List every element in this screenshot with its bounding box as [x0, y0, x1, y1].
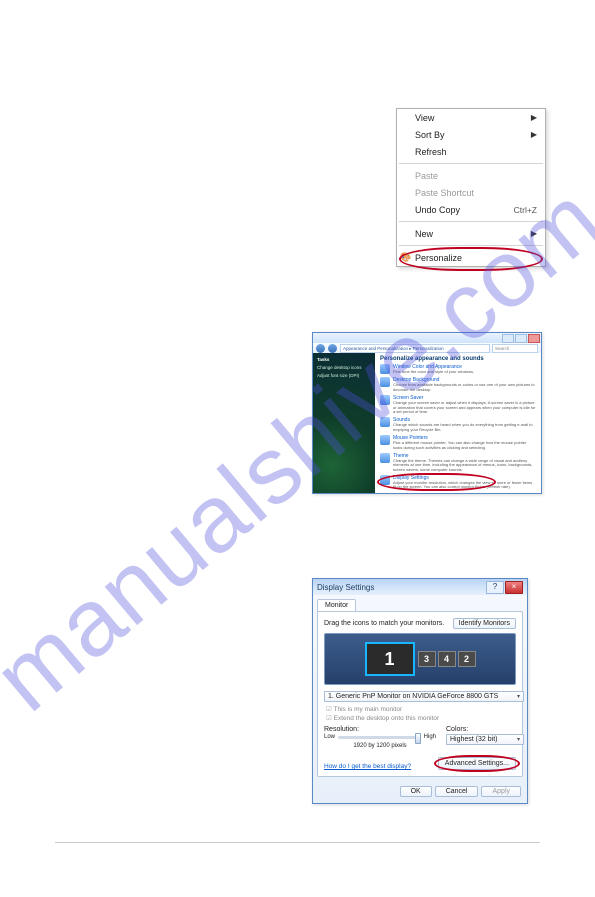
personalize-entry[interactable]: Display SettingsAdjust your monitor reso… [380, 475, 536, 490]
monitor-panel: Drag the icons to match your monitors. I… [317, 611, 523, 777]
shortcut-label: Ctrl+Z [514, 205, 537, 215]
display-settings-dialog: Display Settings ? × Monitor Drag the ic… [312, 578, 528, 804]
entry-icon [380, 453, 390, 463]
entry-description: Change the theme. Themes can change a wi… [393, 459, 536, 472]
maximize-button[interactable] [515, 334, 527, 343]
context-menu-item[interactable]: 🎨Personalize [397, 249, 545, 266]
pane-heading: Personalize appearance and sounds [380, 356, 536, 362]
resolution-label: Resolution: [324, 726, 436, 733]
personalize-entry[interactable]: Screen SaverChange your screen saver or … [380, 395, 536, 414]
colors-value: Highest (32 bit) [450, 736, 497, 743]
slider-high-label: High [424, 734, 436, 740]
entry-icon [380, 364, 390, 374]
monitor-2-icon[interactable]: 2 [458, 651, 476, 667]
context-menu-item[interactable]: Sort By▶ [397, 126, 545, 143]
submenu-arrow-icon: ▶ [531, 113, 537, 122]
entry-icon [380, 377, 390, 387]
entry-description: Adjust your monitor resolution, which ch… [393, 481, 536, 490]
extend-desktop-checkbox: Extend the desktop onto this monitor [326, 714, 516, 722]
dialog-title: Display Settings [317, 583, 374, 592]
window-title-bar [313, 333, 541, 343]
personalize-entry[interactable]: ThemeChange the theme. Themes can change… [380, 453, 536, 472]
personalize-entry[interactable]: SoundsChange which sounds are heard when… [380, 417, 536, 432]
personalize-entry[interactable]: Window Color and AppearanceFine tune the… [380, 364, 536, 374]
sidebar-link[interactable]: Change desktop icons [317, 365, 371, 370]
close-button[interactable]: × [505, 581, 523, 594]
help-button[interactable]: ? [486, 581, 504, 594]
sidebar-link[interactable]: Adjust font size (DPI) [317, 373, 371, 378]
advanced-settings-label: Advanced Settings... [445, 760, 509, 767]
monitor-select-value: 1. Generic PnP Monitor on NVIDIA GeForce… [328, 693, 498, 700]
entry-description: Choose from available backgrounds or col… [393, 383, 536, 392]
entry-icon [380, 435, 390, 445]
page-footer-rule [55, 842, 540, 843]
personalize-entry[interactable]: Desktop BackgroundChoose from available … [380, 377, 536, 392]
context-menu-item: Paste [397, 167, 545, 184]
advanced-settings-button[interactable]: Advanced Settings... [438, 757, 516, 770]
menu-item-label: Paste [415, 171, 537, 181]
dialog-title-bar: Display Settings ? × [313, 579, 527, 595]
ok-button[interactable]: OK [400, 786, 432, 797]
tab-monitor[interactable]: Monitor [317, 599, 356, 611]
monitor-1-icon[interactable]: 1 [365, 642, 415, 676]
search-input[interactable]: Search [492, 344, 538, 353]
personalize-entry[interactable]: Mouse PointersPick a different mouse poi… [380, 435, 536, 450]
colors-dropdown[interactable]: Highest (32 bit) ▾ [446, 734, 524, 745]
context-menu-item[interactable]: View▶ [397, 109, 545, 126]
context-menu-item: Paste Shortcut [397, 184, 545, 201]
submenu-arrow-icon: ▶ [531, 130, 537, 139]
back-icon[interactable] [316, 344, 325, 353]
menu-item-label: New [415, 229, 531, 239]
tasks-sidebar: Tasks Change desktop icons Adjust font s… [313, 353, 375, 493]
minimize-button[interactable] [502, 334, 514, 343]
menu-item-label: View [415, 113, 531, 123]
personalize-icon: 🎨 [400, 252, 412, 263]
resolution-slider[interactable]: Low High [324, 734, 436, 740]
resolution-value: 1920 by 1200 pixels [324, 743, 436, 749]
menu-item-label: Undo Copy [415, 205, 514, 215]
personalization-window: Appearance and Personalization ▸ Persona… [312, 332, 542, 494]
entry-description: Fine tune the color and style of your wi… [393, 370, 474, 374]
entry-description: Change which sounds are heard when you d… [393, 423, 536, 432]
monitor-select-dropdown[interactable]: 1. Generic PnP Monitor on NVIDIA GeForce… [324, 691, 524, 702]
instruction-text: Drag the icons to match your monitors. [324, 620, 444, 627]
monitor-arrangement-box[interactable]: 1 3 4 2 [324, 633, 516, 685]
slider-track[interactable] [338, 736, 421, 739]
entry-description: Pick a different mouse pointer. You can … [393, 441, 536, 450]
identify-monitors-button[interactable]: Identify Monitors [453, 618, 516, 629]
apply-button[interactable]: Apply [481, 786, 521, 797]
dialog-button-row: OK Cancel Apply [313, 781, 527, 803]
menu-item-label: Personalize [415, 253, 537, 263]
submenu-arrow-icon: ▶ [531, 229, 537, 238]
entry-icon [380, 395, 390, 405]
close-button[interactable] [528, 334, 540, 343]
context-menu-item[interactable]: Refresh [397, 143, 545, 160]
menu-item-label: Refresh [415, 147, 537, 157]
entry-icon [380, 417, 390, 427]
context-menu-item[interactable]: Undo CopyCtrl+Z [397, 201, 545, 218]
cancel-button[interactable]: Cancel [435, 786, 479, 797]
forward-icon[interactable] [328, 344, 337, 353]
chevron-down-icon: ▾ [517, 693, 520, 700]
entry-icon [380, 475, 390, 485]
sidebar-header: Tasks [317, 357, 371, 362]
explorer-address-bar: Appearance and Personalization ▸ Persona… [313, 343, 541, 353]
context-menu-item[interactable]: New▶ [397, 225, 545, 242]
monitor-4-icon[interactable]: 4 [438, 651, 456, 667]
entry-description: Change your screen saver or adjust when … [393, 401, 536, 414]
menu-item-label: Paste Shortcut [415, 188, 537, 198]
chevron-down-icon: ▾ [517, 736, 520, 743]
menu-item-label: Sort By [415, 130, 531, 140]
slider-low-label: Low [324, 734, 335, 740]
best-display-help-link[interactable]: How do I get the best display? [324, 763, 411, 770]
breadcrumb[interactable]: Appearance and Personalization ▸ Persona… [340, 344, 490, 353]
main-monitor-checkbox: This is my main monitor [326, 705, 516, 713]
colors-label: Colors: [446, 726, 516, 733]
monitor-3-icon[interactable]: 3 [418, 651, 436, 667]
personalize-pane: Personalize appearance and sounds Window… [375, 353, 541, 493]
desktop-context-menu: View▶Sort By▶RefreshPastePaste ShortcutU… [396, 108, 546, 267]
